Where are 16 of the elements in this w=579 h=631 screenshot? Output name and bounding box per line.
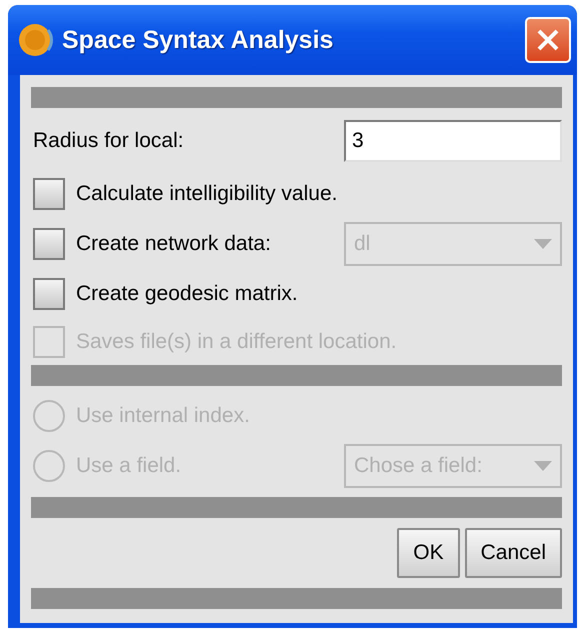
option-label: Create geodesic matrix. xyxy=(76,282,298,306)
radius-field[interactable]: 3 xyxy=(344,120,562,162)
checkbox[interactable] xyxy=(33,228,65,260)
checkbox[interactable] xyxy=(33,178,65,210)
option-label: Create network data: xyxy=(76,232,271,256)
checkbox[interactable] xyxy=(33,278,65,310)
dialog-button[interactable]: OK xyxy=(397,528,460,578)
close-icon xyxy=(536,28,560,52)
caret-icon xyxy=(534,461,552,471)
caret-icon xyxy=(534,239,552,249)
dialog-button[interactable]: Cancel xyxy=(464,528,562,578)
radius-label: Radius for local: xyxy=(33,129,185,153)
option-label: Calculate intelligibility value. xyxy=(76,182,338,206)
globe-logo-icon xyxy=(18,22,54,58)
window-title: Space Syntax Analysis xyxy=(62,26,334,54)
close-button[interactable] xyxy=(525,17,571,63)
